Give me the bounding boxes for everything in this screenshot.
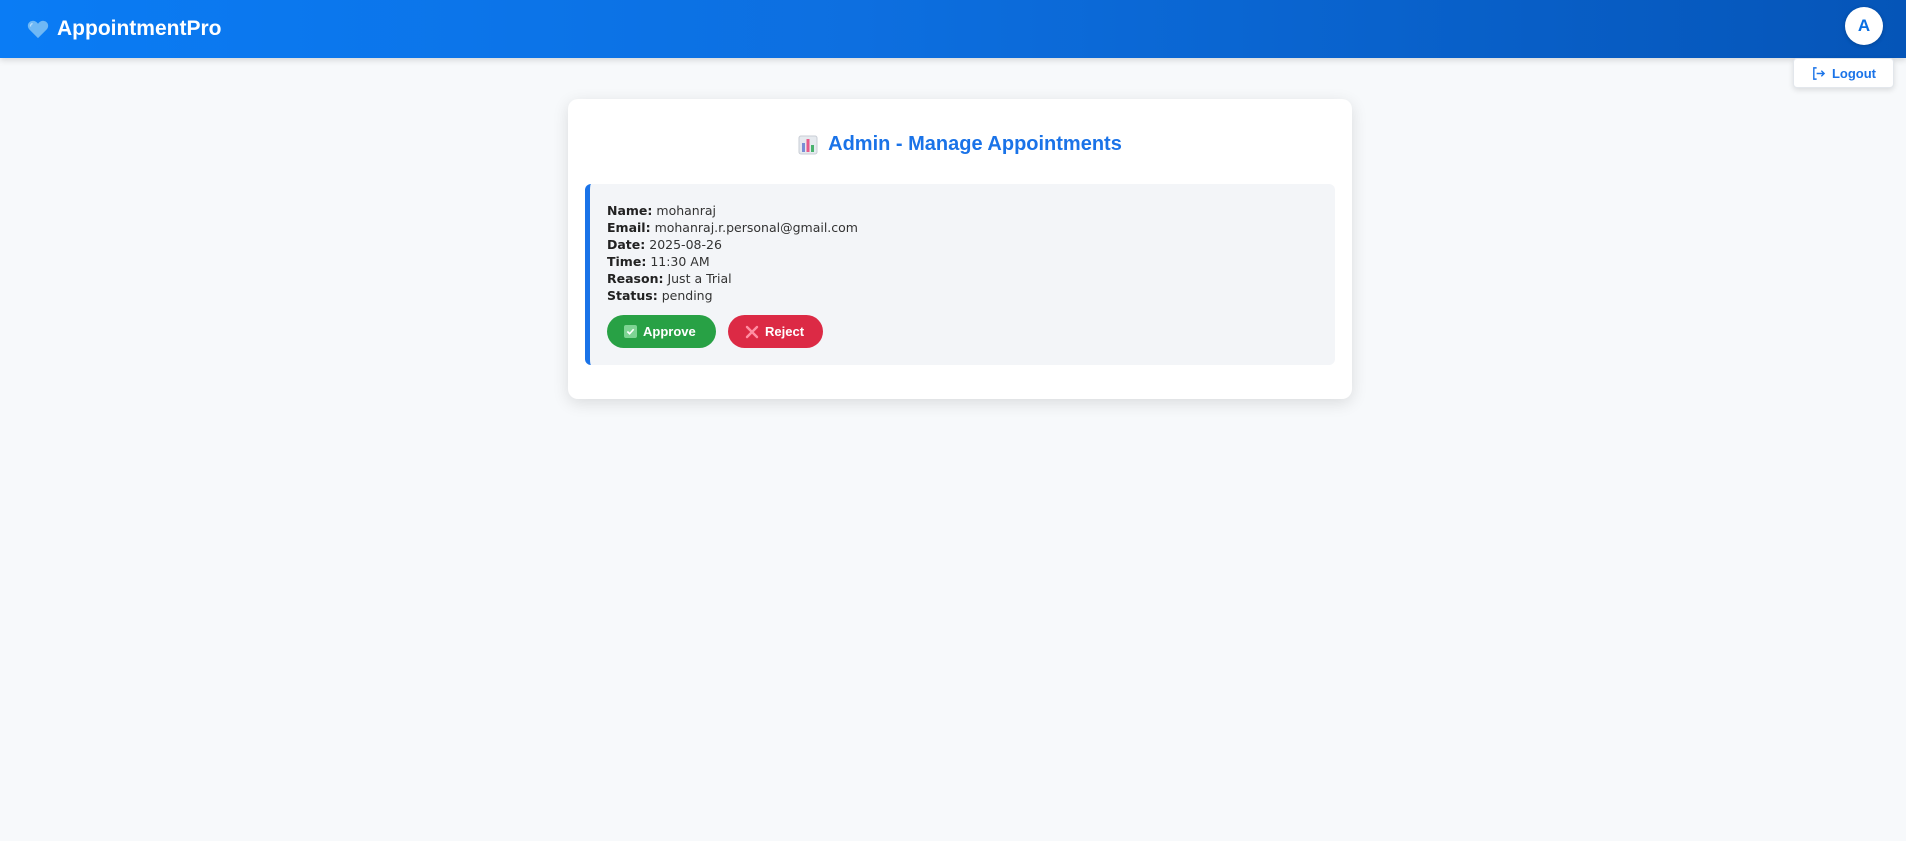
field-name: Name: mohanraj xyxy=(607,202,858,219)
field-status: Status: pending xyxy=(607,287,858,304)
logout-icon xyxy=(1813,66,1826,80)
field-value: mohanraj xyxy=(656,203,716,218)
heart-icon xyxy=(27,20,49,39)
field-label: Date: xyxy=(607,237,646,252)
page-title: Admin - Manage Appointments xyxy=(568,133,1352,156)
appointment-item: Name: mohanraj Email: mohanraj.r.persona… xyxy=(585,184,1335,365)
field-value: pending xyxy=(661,288,713,303)
appointment-actions: Approve Reject xyxy=(607,315,823,348)
check-icon xyxy=(624,325,637,338)
field-value: mohanraj.r.personal@gmail.com xyxy=(654,220,858,235)
top-navbar: AppointmentPro A xyxy=(0,0,1906,58)
reject-label: Reject xyxy=(765,324,805,339)
brand[interactable]: AppointmentPro xyxy=(27,14,221,44)
appointment-details: Name: mohanraj Email: mohanraj.r.persona… xyxy=(607,202,858,304)
approve-button[interactable]: Approve xyxy=(607,315,716,348)
brand-name: AppointmentPro xyxy=(57,17,222,40)
logout-button[interactable]: Logout xyxy=(1793,58,1894,88)
field-date: Date: 2025-08-26 xyxy=(607,236,858,253)
close-icon xyxy=(745,325,759,338)
reject-button[interactable]: Reject xyxy=(728,315,823,348)
field-label: Status: xyxy=(607,288,658,303)
field-label: Email: xyxy=(607,220,651,235)
field-reason: Reason: Just a Trial xyxy=(607,270,858,287)
approve-label: Approve xyxy=(643,324,696,339)
page-title-text: Admin - Manage Appointments xyxy=(828,133,1122,155)
field-email: Email: mohanraj.r.personal@gmail.com xyxy=(607,219,858,236)
field-label: Reason: xyxy=(607,271,664,286)
field-value: 2025-08-26 xyxy=(649,237,722,252)
field-value: 11:30 AM xyxy=(650,254,710,269)
field-time: Time: 11:30 AM xyxy=(607,253,858,270)
field-label: Name: xyxy=(607,203,653,218)
field-value: Just a Trial xyxy=(667,271,732,286)
admin-panel-card: Admin - Manage Appointments Name: mohanr… xyxy=(568,99,1352,399)
avatar[interactable]: A xyxy=(1845,7,1883,45)
logout-label: Logout xyxy=(1831,65,1877,81)
bar-chart-icon xyxy=(798,135,818,154)
field-label: Time: xyxy=(607,254,647,269)
